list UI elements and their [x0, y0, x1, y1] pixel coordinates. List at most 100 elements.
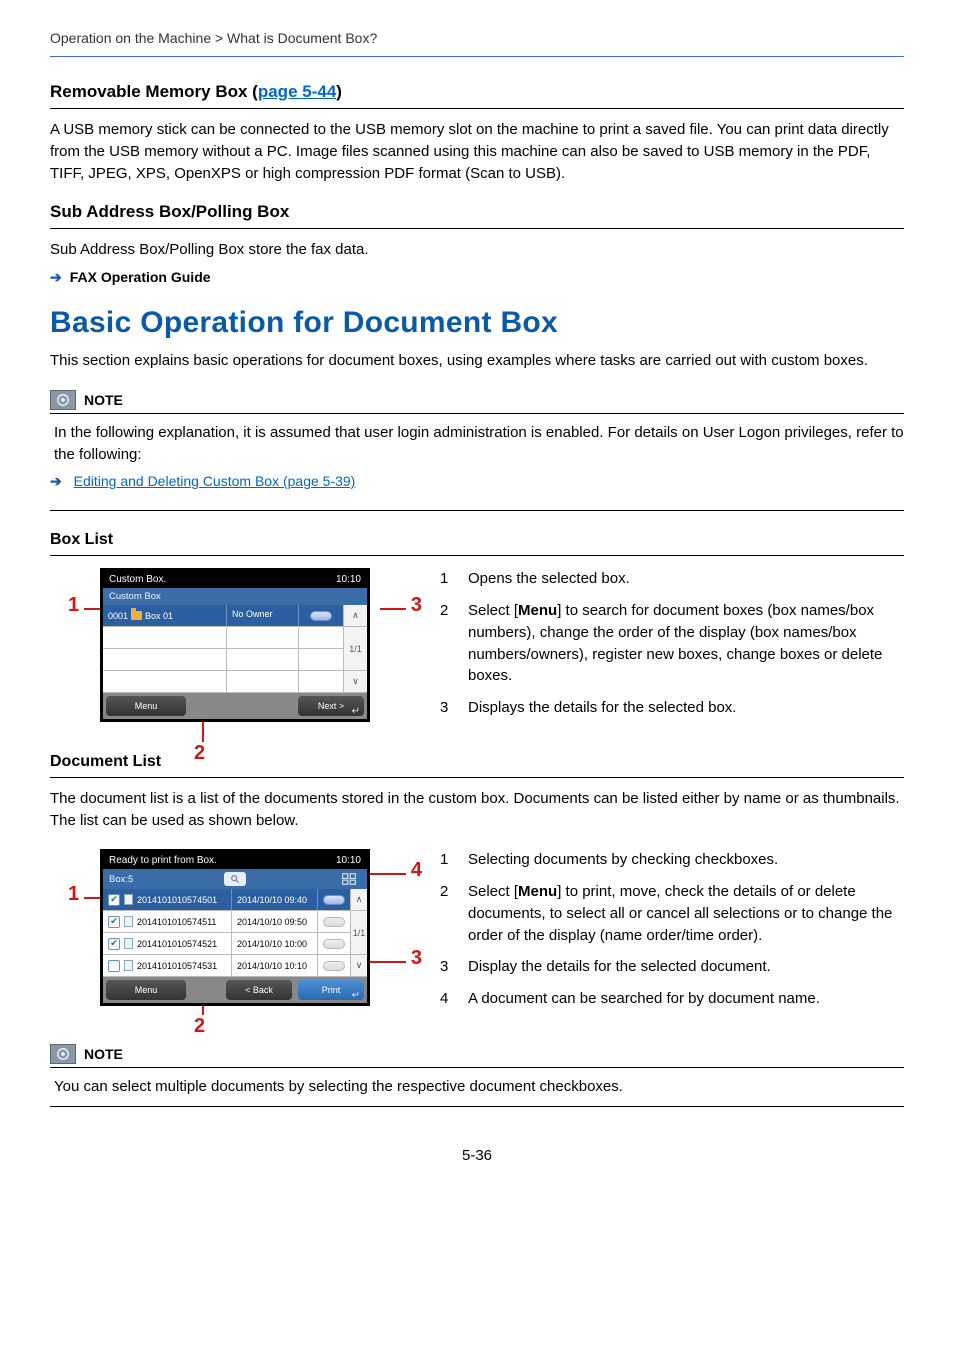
doclist-screen: Ready to print from Box. 10:10 Box:5 201… [100, 849, 370, 1006]
doclist-heading: Document List [50, 753, 904, 771]
scroll-panel: ∧ 1/1 ∨ [350, 889, 367, 977]
document-checkbox[interactable] [108, 916, 120, 928]
basic-intro: This section explains basic operations f… [50, 350, 904, 372]
scroll-up-icon[interactable]: ∧ [350, 889, 367, 911]
callout-line [368, 873, 406, 875]
co-num: 3 [440, 956, 454, 978]
screen-subtitle: Box:5 [109, 874, 133, 885]
callout-marker-1: 1 [68, 594, 79, 617]
document-row[interactable]: 2014101010574501 2014/10/10 09:40 [103, 889, 350, 911]
detail-pill-icon[interactable] [323, 895, 345, 905]
box-name: Box 01 [145, 611, 173, 621]
callout-marker-3: 3 [411, 594, 422, 617]
co3-text: Display the details for the selected doc… [468, 956, 771, 978]
enter-icon: ↵ [352, 706, 360, 717]
document-icon [124, 938, 133, 949]
page-indicator: 1/1 [343, 627, 367, 671]
section-divider [50, 777, 904, 778]
back-button[interactable]: < Back [226, 980, 292, 1000]
page-number: 5-36 [50, 1147, 904, 1164]
detail-pill-icon[interactable] [323, 939, 345, 949]
note-icon [50, 390, 76, 410]
header-divider [50, 56, 904, 57]
rmb-title-post: ) [336, 82, 342, 101]
print-button[interactable]: Print ↵ [298, 980, 364, 1000]
screen-subtitle: Custom Box [103, 588, 367, 605]
screen-time: 10:10 [336, 855, 361, 866]
breadcrumb: Operation on the Machine > What is Docum… [50, 30, 904, 56]
thumbnail-view-icon[interactable] [337, 873, 361, 885]
document-checkbox[interactable] [108, 938, 120, 950]
scroll-up-icon[interactable]: ∧ [343, 605, 367, 627]
page-indicator: 1/1 [350, 911, 367, 955]
callout-marker-2: 2 [194, 742, 205, 765]
doclist-intro: The document list is a list of the docum… [50, 788, 904, 832]
detail-pill-icon[interactable] [323, 961, 345, 971]
menu-button[interactable]: Menu [106, 696, 186, 716]
doclist-figure: 1 4 3 2 Ready to print from Box. 10:10 B… [50, 849, 420, 1006]
detail-pill-icon[interactable] [310, 611, 332, 621]
enter-icon: ↵ [352, 990, 360, 1001]
co-num: 3 [440, 697, 454, 719]
document-name: 2014101010574501 [137, 895, 217, 905]
screen-subtitle-row: Box:5 [103, 869, 367, 889]
box-row-empty [103, 627, 343, 649]
document-checkbox[interactable] [108, 960, 120, 972]
co-num: 1 [440, 849, 454, 871]
page-title: Basic Operation for Document Box [50, 306, 904, 340]
callout-line [380, 608, 406, 610]
note1-link-row: Editing and Deleting Custom Box (page 5-… [50, 473, 904, 490]
search-icon[interactable] [224, 872, 246, 886]
rmb-page-link[interactable]: page 5-44 [258, 82, 336, 101]
box-row-empty [103, 671, 343, 693]
note-divider [50, 1067, 904, 1068]
callout-marker-3: 3 [411, 947, 422, 970]
section-divider [50, 555, 904, 556]
box-owner: No Owner [227, 605, 299, 626]
document-timestamp: 2014/10/10 09:50 [231, 911, 317, 932]
note-label: NOTE [84, 1046, 123, 1062]
note1-body: In the following explanation, it is assu… [50, 422, 904, 466]
edit-custom-box-link[interactable]: Editing and Deleting Custom Box (page 5-… [74, 473, 356, 489]
scroll-down-icon[interactable]: ∨ [350, 955, 367, 977]
document-name: 2014101010574511 [137, 917, 216, 927]
screen-footer: Menu < Back Print ↵ [103, 977, 367, 1003]
document-row[interactable]: 20141010105745312014/10/10 10:10 [103, 955, 350, 977]
detail-pill-icon[interactable] [323, 917, 345, 927]
scroll-down-icon[interactable]: ∨ [343, 671, 367, 693]
co2-text: Select [Menu] to search for document box… [468, 600, 904, 687]
menu-button[interactable]: Menu [106, 980, 186, 1000]
callout-line [202, 720, 204, 742]
document-name: 2014101010574531 [137, 961, 217, 971]
folder-icon [131, 611, 142, 620]
note-icon [50, 1044, 76, 1064]
document-checkbox[interactable] [108, 894, 120, 906]
section-sab-title: Sub Address Box/Polling Box [50, 202, 904, 222]
document-timestamp: 2014/10/10 10:00 [231, 933, 317, 954]
document-icon [124, 916, 133, 927]
co-num: 2 [440, 881, 454, 946]
screen-time: 10:10 [336, 574, 361, 585]
boxlist-figure: 1 3 2 Custom Box. 10:10 Custom Box 0001 … [50, 568, 420, 722]
print-label: Print [322, 985, 341, 995]
fax-guide-label: FAX Operation Guide [70, 269, 211, 285]
document-timestamp: 2014/10/10 09:40 [231, 889, 317, 910]
note-divider [50, 413, 904, 414]
rmb-body: A USB memory stick can be connected to t… [50, 119, 904, 184]
box-row-selected[interactable]: 0001 Box 01 No Owner [103, 605, 343, 627]
callout-marker-4: 4 [411, 859, 422, 882]
callout-marker-1: 1 [68, 883, 79, 906]
note2-body: You can select multiple documents by sel… [50, 1076, 904, 1098]
rmb-title-pre: Removable Memory Box ( [50, 82, 258, 101]
document-row[interactable]: 2014101010574511 2014/10/10 09:50 [103, 911, 350, 933]
document-name: 2014101010574521 [137, 939, 217, 949]
section-divider [50, 228, 904, 229]
box-number: 0001 [108, 611, 128, 621]
fax-guide-link[interactable]: FAX Operation Guide [50, 269, 904, 286]
co-num: 2 [440, 600, 454, 687]
note-box-2: NOTE You can select multiple documents b… [50, 1044, 904, 1107]
next-button[interactable]: Next >↵ [298, 696, 364, 716]
note-divider [50, 510, 904, 511]
document-row[interactable]: 2014101010574521 2014/10/10 10:00 [103, 933, 350, 955]
note-label: NOTE [84, 392, 123, 408]
